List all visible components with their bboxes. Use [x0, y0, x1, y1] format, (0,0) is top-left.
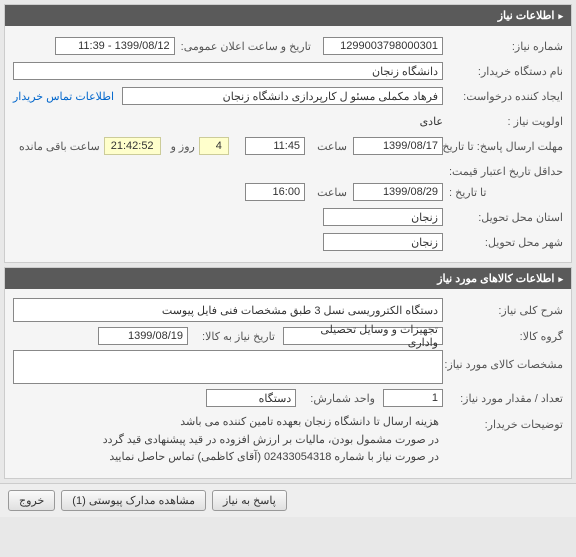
action-bar: پاسخ به نیاز مشاهده مدارک پیوستی (1) خرو… [0, 483, 576, 517]
label-unit: واحد شمارش: [304, 392, 375, 405]
label-remaining: ساعت باقی مانده [13, 140, 100, 153]
chevron-icon [558, 273, 563, 285]
label-goods-specs: مشخصات کالای مورد نیاز: [443, 350, 563, 371]
label-goods-group: گروه کالا: [443, 330, 563, 343]
label-announce-dt: تاریخ و ساعت اعلان عمومی: [175, 40, 311, 53]
goods-info-title: اطلاعات کالاهای مورد نیاز [437, 272, 554, 285]
need-info-body: شماره نیاز: 1299003798000301 تاریخ و ساع… [5, 26, 571, 262]
label-until-date: تا تاریخ : [443, 186, 563, 199]
chevron-icon [558, 10, 563, 22]
need-info-panel: اطلاعات نیاز شماره نیاز: 129900379800030… [4, 4, 572, 263]
label-min-validity: حداقل تاریخ اعتبار قیمت: [443, 165, 563, 178]
field-time-remaining: 21:42:52 [104, 137, 161, 155]
need-info-title: اطلاعات نیاز [498, 9, 555, 22]
label-buyer-notes: توضیحات خریدار: [443, 412, 563, 431]
label-time-1: ساعت [311, 140, 347, 153]
buyer-contact-link[interactable]: اطلاعات تماس خریدار [13, 90, 114, 103]
field-announce-dt: 1399/08/12 - 11:39 [55, 37, 175, 55]
field-province: زنجان [323, 208, 443, 226]
label-general-desc: شرح کلی نیاز: [443, 304, 563, 317]
label-buyer-org: نام دستگاه خریدار: [443, 65, 563, 78]
label-need-date-goods: تاریخ نیاز به کالا: [196, 330, 275, 343]
field-qty: 1 [383, 389, 443, 407]
label-time-2: ساعت [311, 186, 347, 199]
label-city: شهر محل تحویل: [443, 236, 563, 249]
exit-button[interactable]: خروج [8, 490, 55, 511]
goods-info-panel: اطلاعات کالاهای مورد نیاز شرح کلی نیاز: … [4, 267, 572, 479]
field-city: زنجان [323, 233, 443, 251]
field-validity-date: 1399/08/29 [353, 183, 443, 201]
goods-info-body: شرح کلی نیاز: دستگاه الکتروریسی نسل 3 طب… [5, 289, 571, 478]
field-deadline-date: 1399/08/17 [353, 137, 443, 155]
buyer-notes-text: هزینه ارسال تا دانشگاه زنجان بعهده تامین… [99, 412, 443, 469]
field-buyer-org: دانشگاه زنجان [13, 62, 443, 80]
buyer-notes-line: در صورت نیاز با شماره 02433054318 (آقای … [103, 449, 439, 467]
buyer-notes-line: هزینه ارسال تا دانشگاه زنجان بعهده تامین… [103, 414, 439, 432]
need-info-header: اطلاعات نیاز [5, 5, 571, 26]
goods-info-header: اطلاعات کالاهای مورد نیاز [5, 268, 571, 289]
field-general-desc: دستگاه الکتروریسی نسل 3 طبق مشخصات فنی ف… [13, 298, 443, 322]
label-request-creator: ایجاد کننده درخواست: [443, 90, 563, 103]
label-need-number: شماره نیاز: [443, 40, 563, 53]
buyer-notes-line: در صورت مشمول بودن، مالیات بر ارزش افزود… [103, 432, 439, 450]
field-request-creator: فرهاد مکملی مسئو ل کارپردازی دانشگاه زنج… [122, 87, 443, 105]
label-qty: تعداد / مقدار مورد نیاز: [443, 392, 563, 405]
respond-button[interactable]: پاسخ به نیاز [212, 490, 287, 511]
field-days-remaining: 4 [199, 137, 229, 155]
field-validity-time: 16:00 [245, 183, 305, 201]
field-deadline-time: 11:45 [245, 137, 305, 155]
field-need-date-goods: 1399/08/19 [98, 327, 188, 345]
label-deadline: مهلت ارسال پاسخ: تا تاریخ : [443, 140, 563, 153]
view-attachments-button[interactable]: مشاهده مدارک پیوستی (1) [61, 490, 206, 511]
field-goods-specs [13, 350, 443, 384]
field-need-number: 1299003798000301 [323, 37, 443, 55]
label-province: استان محل تحویل: [443, 211, 563, 224]
label-priority: اولویت نیاز : [443, 115, 563, 128]
field-priority: عادی [420, 115, 443, 128]
field-unit: دستگاه [206, 389, 296, 407]
label-day-and: روز و [165, 140, 195, 153]
field-goods-group: تجهیزات و وسایل تحصیلی واداری [283, 327, 443, 345]
